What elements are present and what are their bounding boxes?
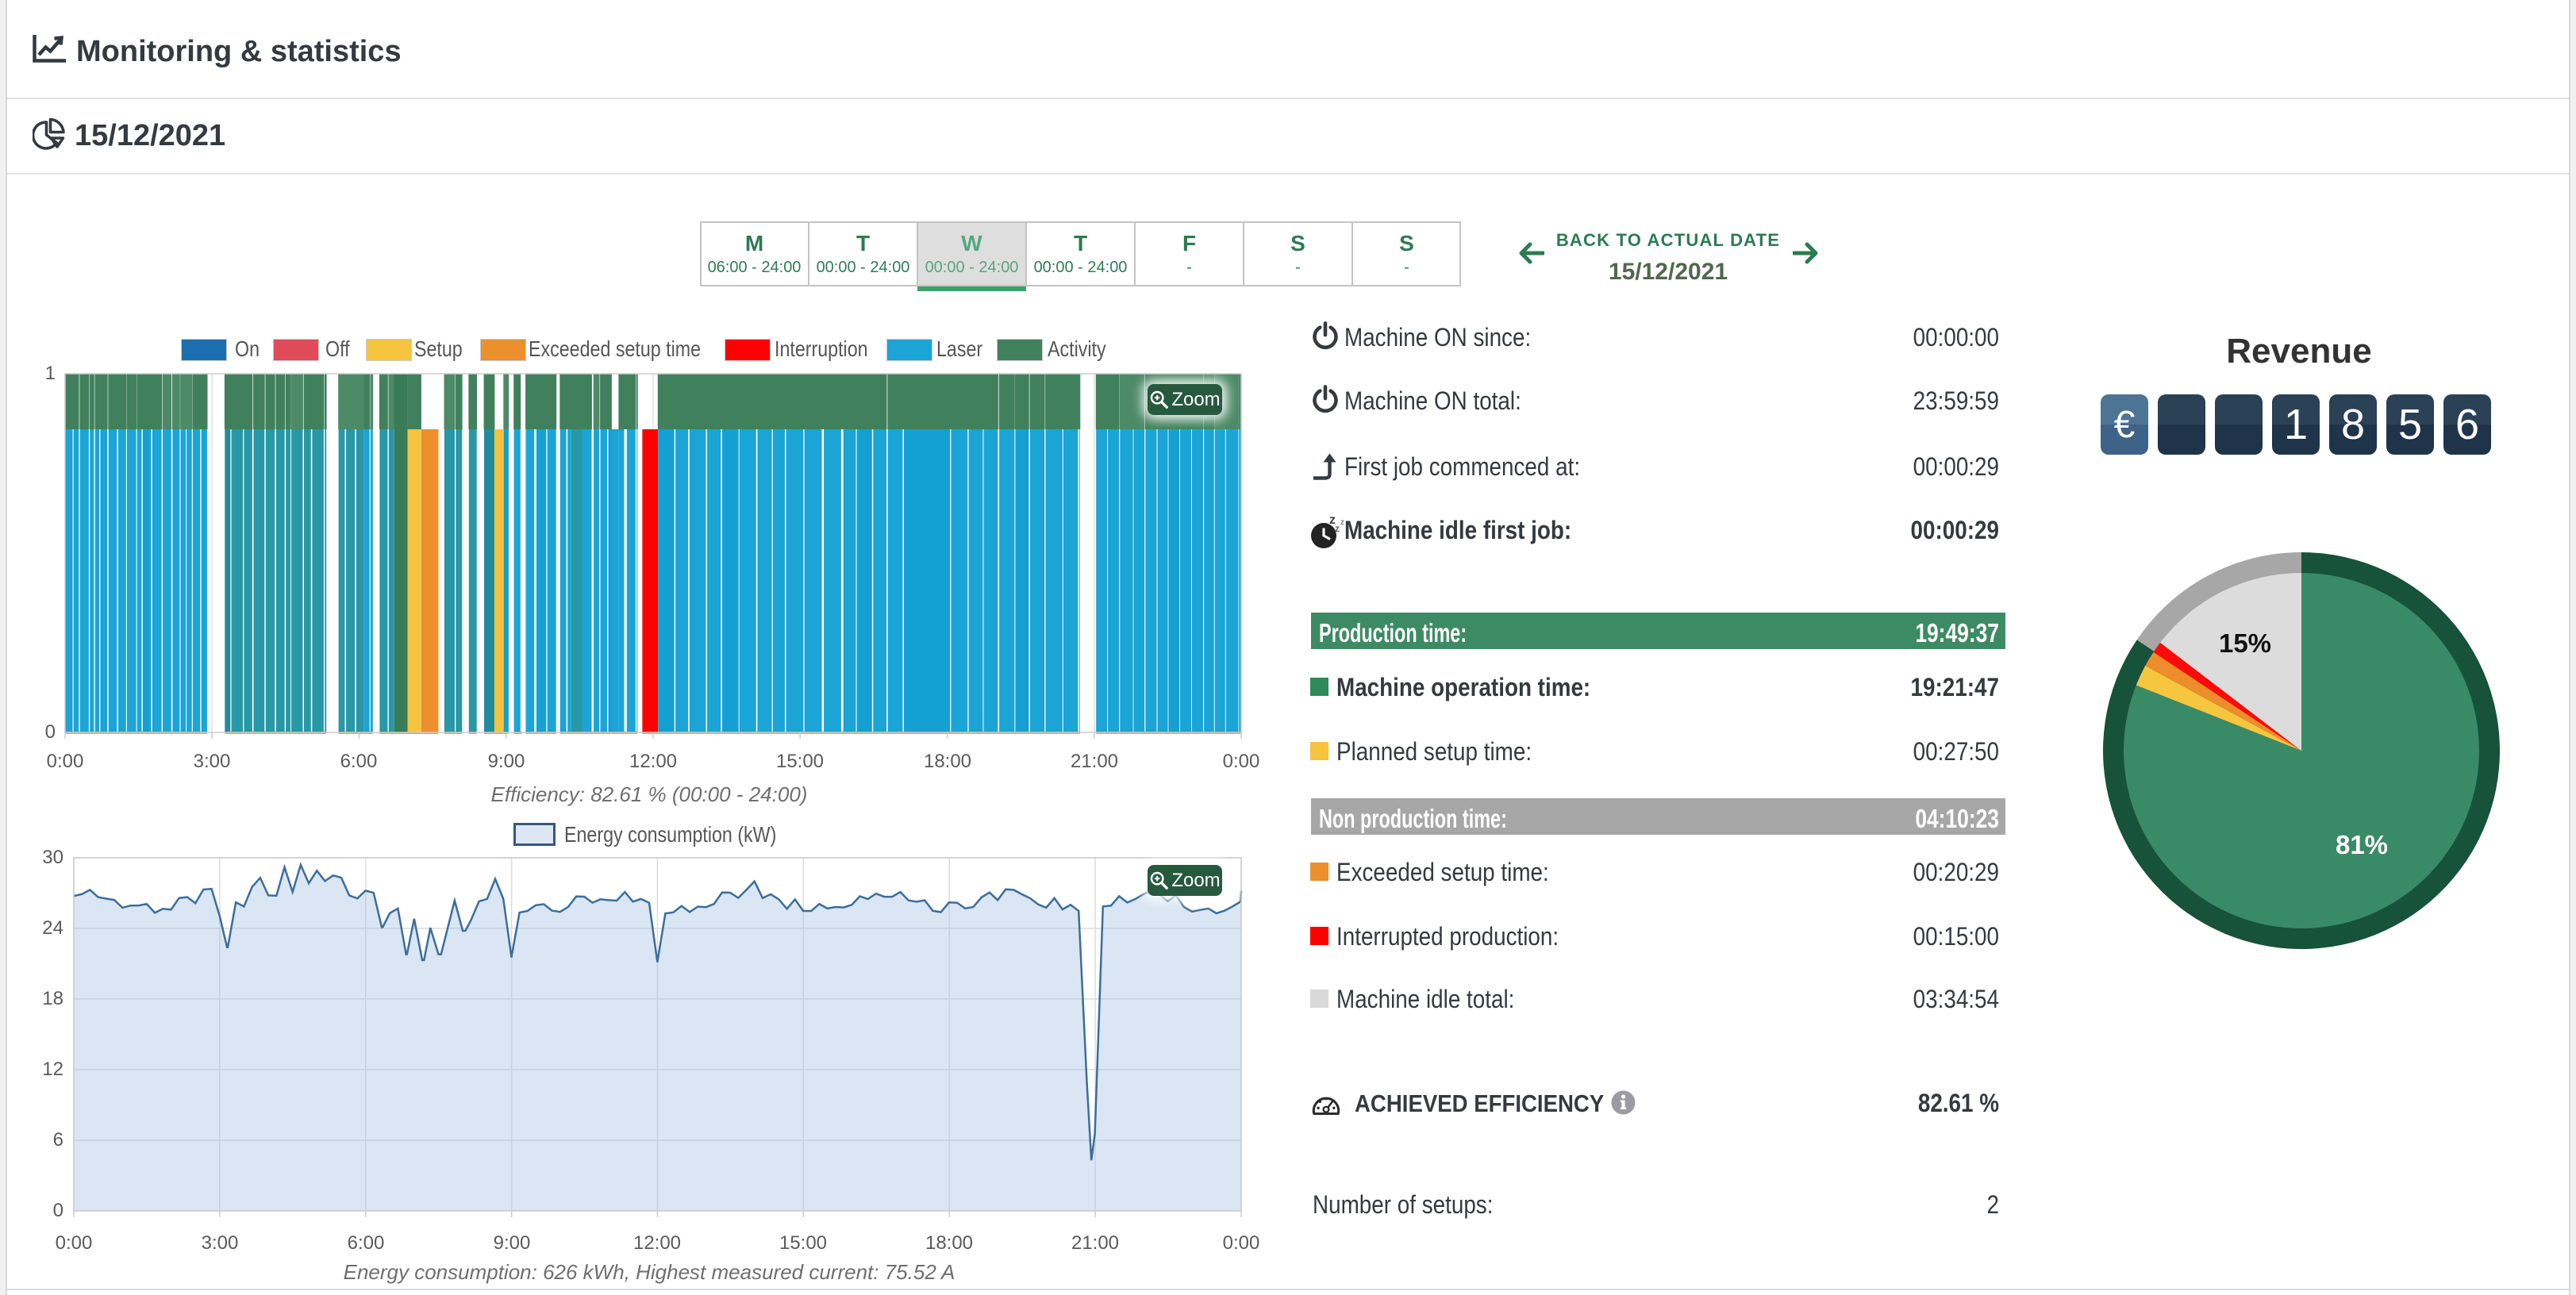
svg-text:z: z (1335, 523, 1340, 534)
